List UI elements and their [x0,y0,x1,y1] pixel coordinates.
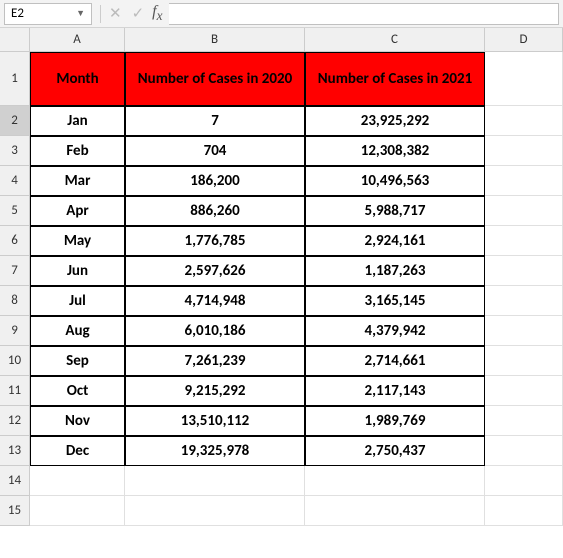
cell-2021-6[interactable]: 3,165,145 [305,286,485,316]
row-header-12[interactable]: 12 [0,406,30,436]
col-header-D[interactable]: D [485,28,563,52]
cell-month-1[interactable]: Feb [30,136,125,166]
cell-D-11[interactable] [485,376,563,406]
cell-month-7[interactable]: Aug [30,316,125,346]
header-2020[interactable]: Number of Cases in 2020 [125,52,305,106]
cell-month-2[interactable]: Mar [30,166,125,196]
row-header-6[interactable]: 6 [0,226,30,256]
header-month[interactable]: Month [30,52,125,106]
formula-input[interactable] [169,3,559,25]
cell-2021-4[interactable]: 2,924,161 [305,226,485,256]
col-header-C[interactable]: C [305,28,485,52]
cell-2020-6[interactable]: 4,714,948 [125,286,305,316]
cell-2021-0[interactable]: 23,925,292 [305,106,485,136]
cell-D-3[interactable] [485,136,563,166]
fx-icon[interactable]: fx [152,3,162,24]
confirm-icon: ✓ [132,4,145,23]
select-all-corner[interactable] [0,28,30,52]
name-box-value: E2 [11,6,24,21]
cell-2021-7[interactable]: 4,379,942 [305,316,485,346]
cell-2020-8[interactable]: 7,261,239 [125,346,305,376]
cell-2021-10[interactable]: 1,989,769 [305,406,485,436]
cell-D-8[interactable] [485,286,563,316]
cell-2021-2[interactable]: 10,496,563 [305,166,485,196]
cell-empty-2-13[interactable] [305,466,485,496]
cell-2021-3[interactable]: 5,988,717 [305,196,485,226]
row-header-7[interactable]: 7 [0,256,30,286]
cell-2020-0[interactable]: 7 [125,106,305,136]
cell-2020-3[interactable]: 886,260 [125,196,305,226]
cell-month-3[interactable]: Apr [30,196,125,226]
cell-D-10[interactable] [485,346,563,376]
cell-2020-5[interactable]: 2,597,626 [125,256,305,286]
name-box[interactable]: E2 ▼ [4,3,92,25]
cell-month-10[interactable]: Nov [30,406,125,436]
header-2021[interactable]: Number of Cases in 2021 [305,52,485,106]
col-header-B[interactable]: B [125,28,305,52]
cell-2021-11[interactable]: 2,750,437 [305,436,485,466]
col-header-A[interactable]: A [30,28,125,52]
cell-month-5[interactable]: Jun [30,256,125,286]
row-header-9[interactable]: 9 [0,316,30,346]
cell-2021-1[interactable]: 12,308,382 [305,136,485,166]
cell-empty-1-14[interactable] [125,496,305,526]
cell-2020-2[interactable]: 186,200 [125,166,305,196]
cell-D-6[interactable] [485,226,563,256]
cell-2020-7[interactable]: 6,010,186 [125,316,305,346]
cell-month-11[interactable]: Dec [30,436,125,466]
cell-empty-1-13[interactable] [125,466,305,496]
cell-D-1[interactable] [485,52,563,106]
row-header-1[interactable]: 1 [0,52,30,106]
cell-D-7[interactable] [485,256,563,286]
cell-month-4[interactable]: May [30,226,125,256]
cell-month-9[interactable]: Oct [30,376,125,406]
row-header-8[interactable]: 8 [0,286,30,316]
cell-D-14[interactable] [485,466,563,496]
cell-month-6[interactable]: Jul [30,286,125,316]
cell-D-2[interactable] [485,106,563,136]
cell-D-5[interactable] [485,196,563,226]
row-header-15[interactable]: 15 [0,496,30,526]
divider [100,5,101,23]
cell-2021-5[interactable]: 1,187,263 [305,256,485,286]
row-header-11[interactable]: 11 [0,376,30,406]
cell-2020-9[interactable]: 9,215,292 [125,376,305,406]
cell-empty-2-14[interactable] [305,496,485,526]
chevron-down-icon[interactable]: ▼ [76,8,85,19]
row-header-3[interactable]: 3 [0,136,30,166]
cell-D-9[interactable] [485,316,563,346]
cell-2021-9[interactable]: 2,117,143 [305,376,485,406]
row-header-4[interactable]: 4 [0,166,30,196]
row-header-2[interactable]: 2 [0,106,30,136]
formula-bar-icons: ✕ ✓ [109,4,144,23]
cell-2020-1[interactable]: 704 [125,136,305,166]
row-header-14[interactable]: 14 [0,466,30,496]
formula-bar-area: E2 ▼ ✕ ✓ fx [0,0,563,28]
cell-D-15[interactable] [485,496,563,526]
cell-2021-8[interactable]: 2,714,661 [305,346,485,376]
cell-D-12[interactable] [485,406,563,436]
cell-month-8[interactable]: Sep [30,346,125,376]
cell-month-0[interactable]: Jan [30,106,125,136]
cell-2020-4[interactable]: 1,776,785 [125,226,305,256]
cell-empty-0-14[interactable] [30,496,125,526]
cell-D-4[interactable] [485,166,563,196]
row-header-13[interactable]: 13 [0,436,30,466]
row-header-5[interactable]: 5 [0,196,30,226]
cell-D-13[interactable] [485,436,563,466]
row-header-10[interactable]: 10 [0,346,30,376]
cell-2020-11[interactable]: 19,325,978 [125,436,305,466]
cell-2020-10[interactable]: 13,510,112 [125,406,305,436]
cancel-icon: ✕ [109,4,122,23]
cell-empty-0-13[interactable] [30,466,125,496]
